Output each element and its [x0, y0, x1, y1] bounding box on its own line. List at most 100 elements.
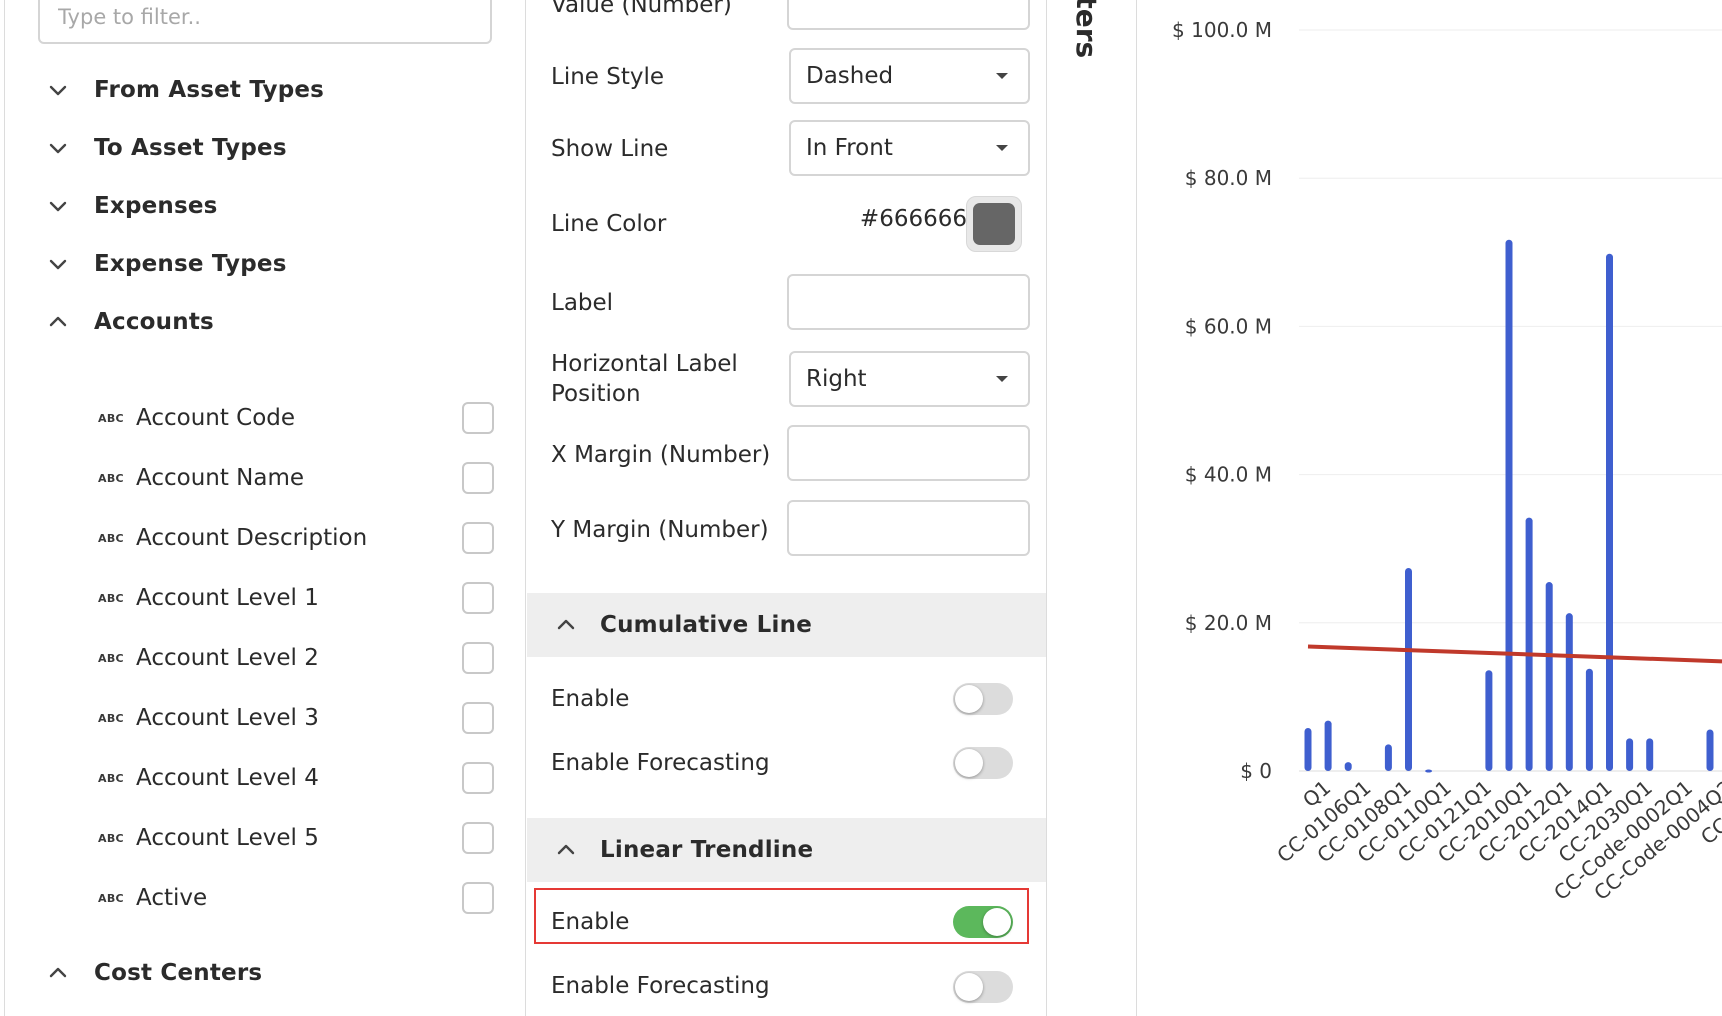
- field-account-level-4[interactable]: ABC Account Level 4: [98, 758, 494, 798]
- h-label-position-label-line1: Horizontal Label: [551, 351, 738, 377]
- y-margin-label: Y Margin (Number): [551, 517, 769, 543]
- field-label: Account Level 1: [136, 585, 319, 611]
- group-expenses[interactable]: Expenses: [44, 186, 218, 226]
- field-account-level-5[interactable]: ABC Account Level 5: [98, 818, 494, 858]
- field-account-description[interactable]: ABC Account Description: [98, 518, 494, 558]
- chevron-up-icon: [552, 836, 580, 864]
- group-expense-types[interactable]: Expense Types: [44, 244, 287, 284]
- field-account-name[interactable]: ABC Account Name: [98, 458, 494, 498]
- group-cost-centers[interactable]: Cost Centers: [44, 953, 262, 993]
- bar: [1606, 253, 1613, 772]
- bar-chart: $ 0 $ 20.0 M $ 40.0 M $ 60.0 M $ 80.0 M $ 100…: [1172, 18, 1722, 905]
- group-to-asset-types[interactable]: To Asset Types: [44, 128, 287, 168]
- field-account-level-3[interactable]: ABC Account Level 3: [98, 698, 494, 738]
- group-label: From Asset Types: [94, 77, 325, 103]
- line-style-value: Dashed: [806, 63, 894, 89]
- text-type-icon: ABC: [98, 651, 124, 665]
- cumulative-enable-toggle[interactable]: [953, 683, 1013, 715]
- y-tick-label: $ 100.0 M: [1172, 18, 1272, 42]
- caret-down-icon: [996, 376, 1008, 382]
- toggle-knob: [955, 685, 983, 713]
- x-margin-input[interactable]: [787, 425, 1030, 481]
- h-label-position-label-line2: Position: [551, 381, 641, 407]
- cumulative-forecast-toggle[interactable]: [953, 747, 1013, 779]
- field-checkbox[interactable]: [462, 702, 494, 734]
- bar: [1344, 762, 1352, 771]
- trendline-forecast-label: Enable Forecasting: [551, 973, 770, 999]
- y-tick-label: $ 20.0 M: [1185, 611, 1272, 635]
- field-label: Account Level 5: [136, 825, 319, 851]
- bar: [1405, 567, 1412, 771]
- field-label: Account Level 4: [136, 765, 319, 791]
- line-style-select[interactable]: Dashed: [789, 48, 1030, 104]
- field-checkbox[interactable]: [462, 462, 494, 494]
- bar: [1585, 668, 1593, 771]
- filters-strip[interactable]: [1047, 0, 1137, 1016]
- bar: [1565, 613, 1573, 771]
- field-account-code[interactable]: ABC Account Code: [98, 398, 494, 438]
- text-type-icon: ABC: [98, 891, 124, 905]
- cumulative-forecast-label: Enable Forecasting: [551, 750, 770, 776]
- properties-panel: Value (Number) Line Style Dashed Show Li…: [525, 0, 1047, 1016]
- value-number-input[interactable]: [787, 0, 1030, 30]
- field-label: Account Name: [136, 465, 305, 491]
- bar: [1646, 738, 1654, 771]
- bar: [1384, 744, 1392, 771]
- section-cumulative-line[interactable]: Cumulative Line: [527, 593, 1046, 657]
- group-from-asset-types[interactable]: From Asset Types: [44, 70, 324, 110]
- field-label: Account Code: [136, 405, 296, 431]
- chevron-down-icon: [44, 192, 72, 220]
- text-type-icon: ABC: [98, 531, 124, 545]
- chevron-down-icon: [44, 76, 72, 104]
- section-linear-trendline[interactable]: Linear Trendline: [527, 818, 1046, 882]
- panel-edge: [4, 0, 5, 1016]
- h-label-position-value: Right: [806, 366, 867, 392]
- field-checkbox[interactable]: [462, 522, 494, 554]
- show-line-select[interactable]: In Front: [789, 120, 1030, 176]
- group-label: To Asset Types: [94, 135, 287, 161]
- show-line-value: In Front: [806, 135, 893, 161]
- field-checkbox[interactable]: [462, 822, 494, 854]
- field-list-panel: From Asset Types To Asset Types Expenses…: [0, 0, 527, 1016]
- value-number-label: Value (Number): [551, 0, 732, 18]
- bar: [1425, 769, 1433, 773]
- group-label: Expenses: [94, 193, 218, 219]
- caret-down-icon: [996, 73, 1008, 79]
- y-tick-label: $ 60.0 M: [1185, 314, 1272, 338]
- trendline: [1307, 644, 1722, 664]
- cumulative-enable-label: Enable: [551, 686, 630, 712]
- field-checkbox[interactable]: [462, 402, 494, 434]
- y-tick-label: $ 0: [1240, 759, 1272, 783]
- bar: [1485, 670, 1493, 771]
- h-label-position-select[interactable]: Right: [789, 351, 1030, 407]
- group-accounts[interactable]: Accounts: [44, 302, 214, 342]
- highlight-annotation: [534, 888, 1029, 944]
- field-checkbox[interactable]: [462, 642, 494, 674]
- bar: [1706, 729, 1714, 771]
- field-active[interactable]: ABC Active: [98, 878, 494, 918]
- bar: [1505, 239, 1513, 771]
- filter-input[interactable]: [38, 0, 492, 44]
- bar: [1626, 738, 1634, 771]
- color-swatch: [973, 203, 1015, 245]
- field-account-level-1[interactable]: ABC Account Level 1: [98, 578, 494, 618]
- trendline-forecast-toggle[interactable]: [953, 971, 1013, 1003]
- field-checkbox[interactable]: [462, 582, 494, 614]
- y-tick-label: $ 40.0 M: [1185, 463, 1272, 487]
- y-margin-input[interactable]: [787, 500, 1030, 556]
- field-checkbox[interactable]: [462, 762, 494, 794]
- label-input[interactable]: [787, 274, 1030, 330]
- line-color-picker[interactable]: [966, 196, 1022, 252]
- bar: [1545, 582, 1553, 771]
- field-account-level-2[interactable]: ABC Account Level 2: [98, 638, 494, 678]
- section-title: Cumulative Line: [600, 612, 812, 638]
- chevron-up-icon: [44, 308, 72, 336]
- y-tick-label: $ 80.0 M: [1185, 166, 1272, 190]
- field-label: Account Description: [136, 525, 368, 551]
- field-label: Account Level 2: [136, 645, 319, 671]
- chevron-up-icon: [552, 611, 580, 639]
- bar: [1324, 720, 1332, 771]
- field-checkbox[interactable]: [462, 882, 494, 914]
- bar: [1304, 728, 1312, 771]
- field-label: Active: [136, 885, 208, 911]
